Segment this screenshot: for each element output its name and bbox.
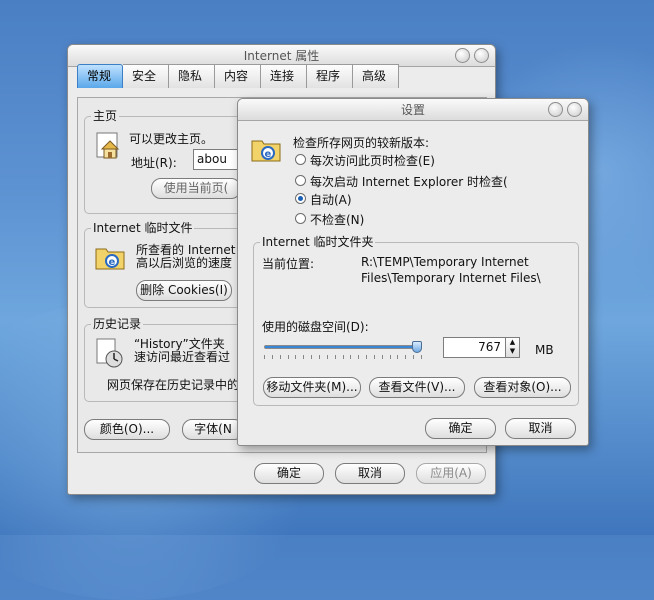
tab-connections[interactable]: 连接 bbox=[261, 64, 307, 88]
disk-space-slider[interactable] bbox=[264, 341, 422, 361]
slider-tick bbox=[358, 355, 359, 359]
slider-tick bbox=[335, 355, 336, 359]
home-icon bbox=[96, 132, 120, 159]
slider-tick bbox=[288, 355, 289, 359]
tab-content[interactable]: 内容 bbox=[215, 64, 261, 88]
disk-space-unit: MB bbox=[535, 343, 554, 357]
fonts-button[interactable]: 字体(N bbox=[182, 419, 244, 440]
slider-tick bbox=[350, 355, 351, 359]
view-objects-button[interactable]: 查看对象(O)... bbox=[474, 377, 571, 398]
option-every-visit-label[interactable]: 每次访问此页时检查(E) bbox=[310, 152, 435, 169]
address-label: 地址(R): bbox=[131, 156, 177, 170]
spin-up-icon[interactable]: ▲ bbox=[506, 338, 519, 347]
settings-cancel-button[interactable]: 取消 bbox=[505, 418, 576, 439]
svg-text:e: e bbox=[265, 149, 272, 160]
option-never-radio[interactable] bbox=[295, 213, 306, 224]
tab-security[interactable]: 安全 bbox=[123, 64, 169, 88]
tab-advanced[interactable]: 高级 bbox=[353, 64, 399, 88]
tab-privacy[interactable]: 隐私 bbox=[169, 64, 215, 88]
slider-fill bbox=[265, 346, 415, 348]
spin-down-icon[interactable]: ▼ bbox=[506, 347, 519, 356]
location-value-line1: R:\TEMP\Temporary Internet bbox=[361, 255, 529, 269]
temp-folder-group-label: Internet 临时文件夹 bbox=[260, 235, 376, 249]
cancel-button[interactable]: 取消 bbox=[335, 463, 405, 484]
check-versions-label: 检查所存网页的较新版本: bbox=[293, 136, 430, 150]
slider-tick bbox=[264, 355, 265, 359]
slider-tick bbox=[374, 355, 375, 359]
slider-tick bbox=[390, 355, 391, 359]
disk-space-spinner[interactable]: ▲ ▼ bbox=[505, 337, 520, 358]
slider-tick bbox=[366, 355, 367, 359]
colors-button[interactable]: 颜色(O)... bbox=[84, 419, 170, 440]
folder-ie-icon: e bbox=[95, 248, 125, 270]
slider-tick bbox=[382, 355, 383, 359]
disk-space-label: 使用的磁盘空间(D): bbox=[262, 320, 369, 334]
slider-tick bbox=[397, 355, 398, 359]
window-title: Internet 属性 bbox=[243, 49, 320, 63]
slider-tick bbox=[327, 355, 328, 359]
folder-ie-icon: e bbox=[251, 140, 281, 162]
homepage-group-label: 主页 bbox=[91, 109, 120, 123]
settings-window: 设置 e 检查所存网页的较新版本: 每次访问此页时检查(E) 每次启动 Inte… bbox=[237, 98, 589, 446]
option-automatic-radio[interactable] bbox=[295, 193, 306, 204]
slider-tick bbox=[421, 355, 422, 359]
history-keep-days-text: 网页保存在历史记录中的 bbox=[107, 378, 240, 392]
homepage-description: 可以更改主页。 bbox=[129, 132, 214, 146]
temp-files-group-label: Internet 临时文件 bbox=[91, 221, 195, 235]
minimize-button[interactable] bbox=[455, 48, 470, 63]
tab-general[interactable]: 常规 bbox=[77, 64, 123, 88]
slider-tick bbox=[413, 355, 414, 359]
option-automatic-label[interactable]: 自动(A) bbox=[310, 191, 352, 208]
delete-cookies-button[interactable]: 删除 Cookies(I) bbox=[136, 280, 232, 301]
option-every-visit-radio[interactable] bbox=[295, 154, 306, 165]
slider-tick bbox=[405, 355, 406, 359]
option-every-start-label[interactable]: 每次启动 Internet Explorer 时检查( bbox=[310, 173, 508, 190]
slider-tick bbox=[280, 355, 281, 359]
location-label: 当前位置: bbox=[262, 257, 315, 271]
view-files-button[interactable]: 查看文件(V)... bbox=[369, 377, 465, 398]
move-folder-button[interactable]: 移动文件夹(M)... bbox=[263, 377, 361, 398]
slider-thumb[interactable] bbox=[412, 341, 422, 353]
option-never-label[interactable]: 不检查(N) bbox=[310, 211, 364, 228]
settings-close-button[interactable] bbox=[567, 102, 582, 117]
use-current-page-button[interactable]: 使用当前页( bbox=[151, 178, 241, 199]
slider-tick bbox=[295, 355, 296, 359]
history-icon bbox=[96, 338, 123, 368]
tab-programs[interactable]: 程序 bbox=[307, 64, 353, 88]
slider-tick bbox=[272, 355, 273, 359]
apply-button[interactable]: 应用(A) bbox=[416, 463, 486, 484]
settings-minimize-button[interactable] bbox=[548, 102, 563, 117]
close-button[interactable] bbox=[474, 48, 489, 63]
temp-files-desc-line2: 高以后浏览的速度 bbox=[136, 256, 233, 270]
slider-tick bbox=[343, 355, 344, 359]
option-every-start-radio[interactable] bbox=[295, 175, 306, 186]
slider-tick bbox=[311, 355, 312, 359]
svg-text:e: e bbox=[109, 257, 116, 268]
slider-tick bbox=[303, 355, 304, 359]
history-group-label: 历史记录 bbox=[91, 317, 144, 331]
settings-title-bar[interactable]: 设置 bbox=[238, 99, 588, 121]
settings-ok-button[interactable]: 确定 bbox=[425, 418, 496, 439]
temp-folder-group: Internet 临时文件夹 当前位置: R:\TEMP\Temporary I… bbox=[253, 235, 579, 406]
settings-window-title: 设置 bbox=[400, 103, 425, 117]
slider-ticks bbox=[264, 355, 422, 359]
location-value-line2: Files\Temporary Internet Files\ bbox=[361, 271, 541, 285]
history-desc-line2: 速访问最近查看过 bbox=[134, 350, 231, 364]
disk-space-input[interactable]: 767 bbox=[443, 337, 507, 358]
tab-strip: 常规 安全 隐私 内容 连接 程序 高级 bbox=[77, 64, 399, 88]
ok-button[interactable]: 确定 bbox=[254, 463, 324, 484]
slider-tick bbox=[319, 355, 320, 359]
